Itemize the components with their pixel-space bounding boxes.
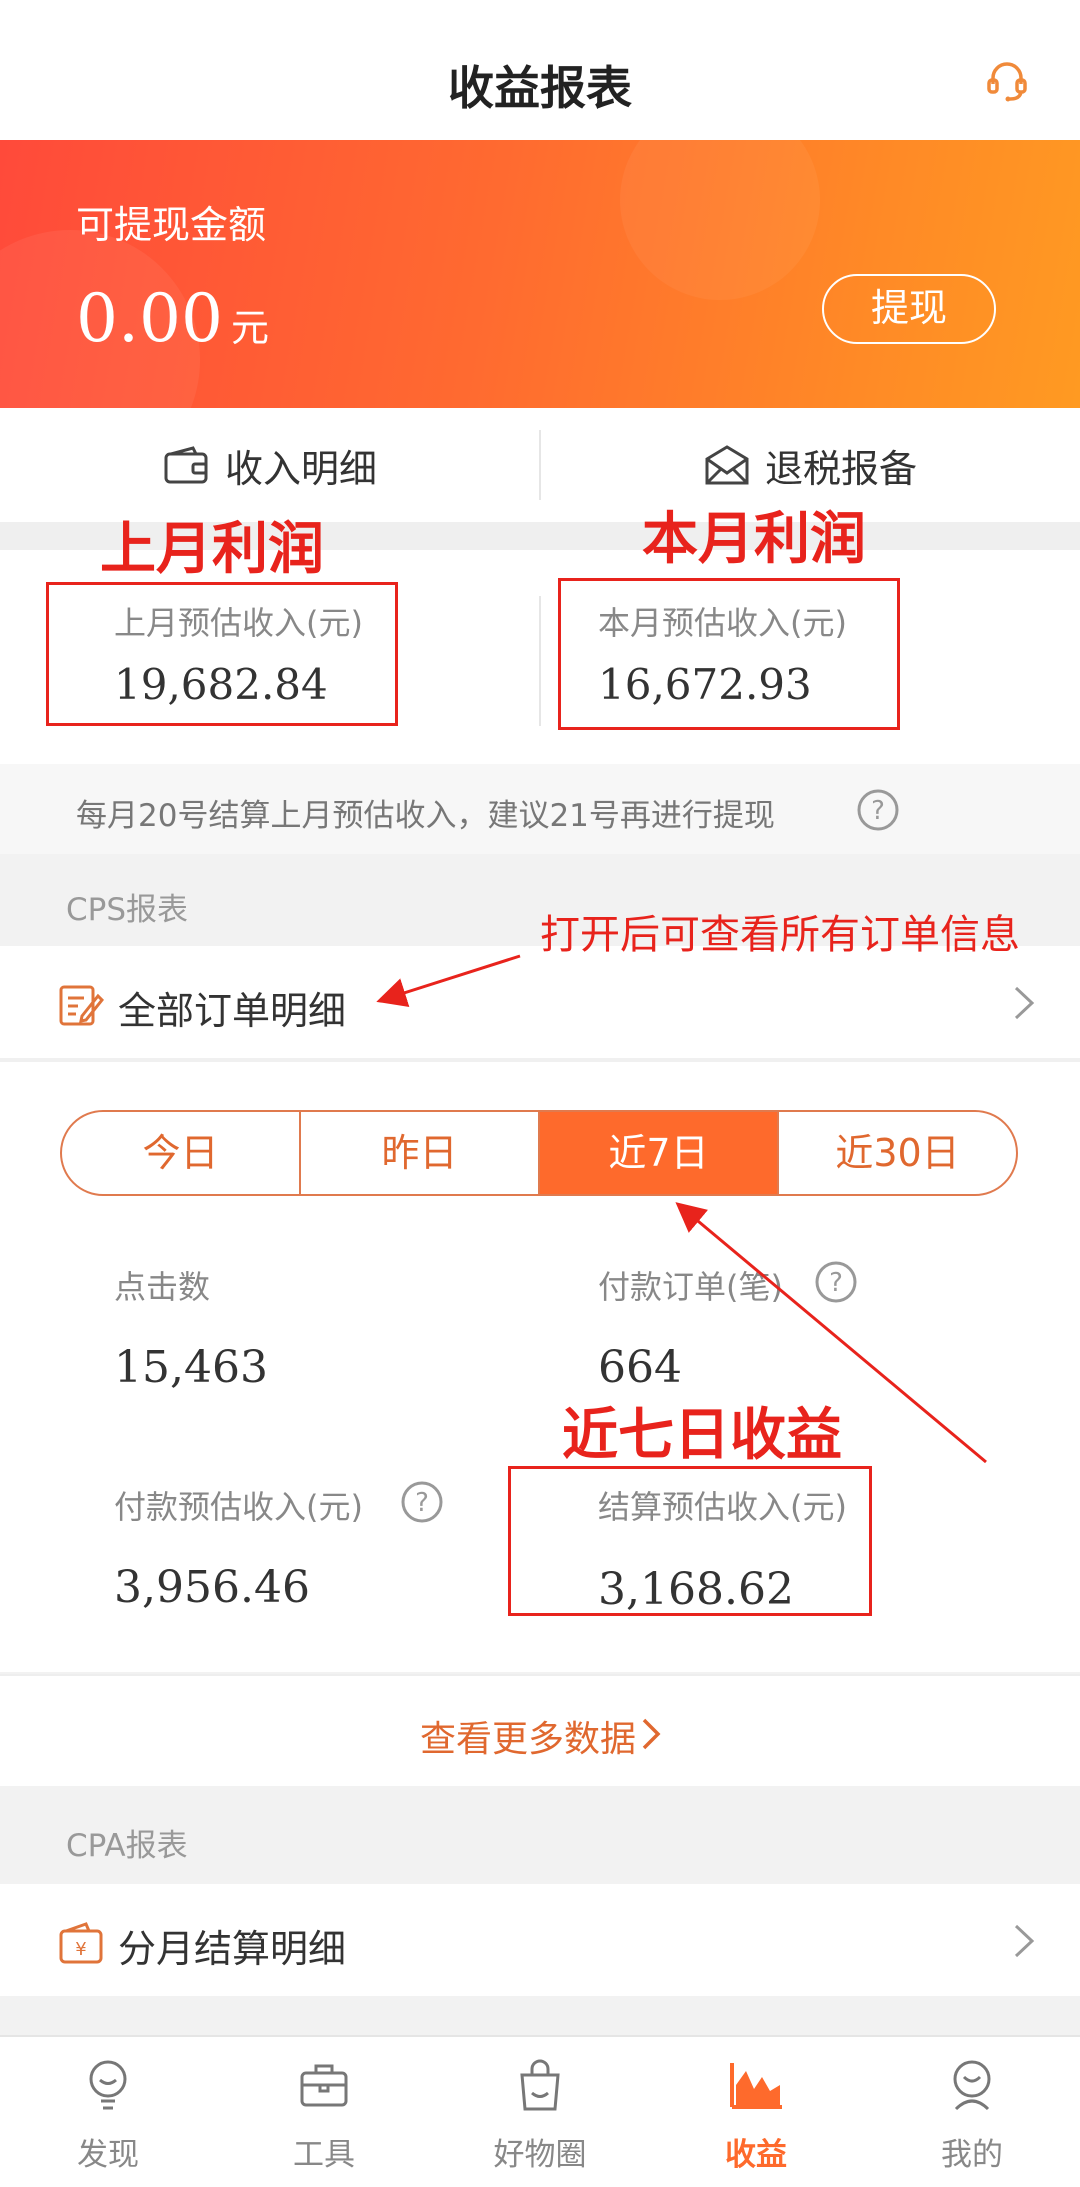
nav-mine[interactable]: 我的 [864,2037,1080,2187]
nav-earnings[interactable]: 收益 [648,2037,864,2187]
nav-tools-label: 工具 [293,2137,355,2173]
nav-goods-label: 好物圈 [493,2137,587,2173]
user-face-icon [953,2060,991,2111]
lightbulb-icon [89,2060,127,2110]
nav-goods[interactable]: 好物圈 [432,2037,648,2187]
bottom-navigation: 发现 工具 好物圈 收益 我的 [0,2035,1080,2187]
nav-discover[interactable]: 发现 [0,2037,216,2187]
nav-mine-label: 我的 [941,2137,1003,2173]
briefcase-icon [300,2064,348,2107]
annotation-arrows [376,954,987,1464]
nav-earnings-label: 收益 [725,2137,787,2173]
shopping-bag-icon [520,2059,560,2111]
annotation-arrow-seven-day [675,1202,987,1464]
chart-icon [730,2063,782,2109]
nav-discover-label: 发现 [77,2137,139,2173]
annotation-arrow-orders [376,954,521,1008]
nav-tools[interactable]: 工具 [216,2037,432,2187]
